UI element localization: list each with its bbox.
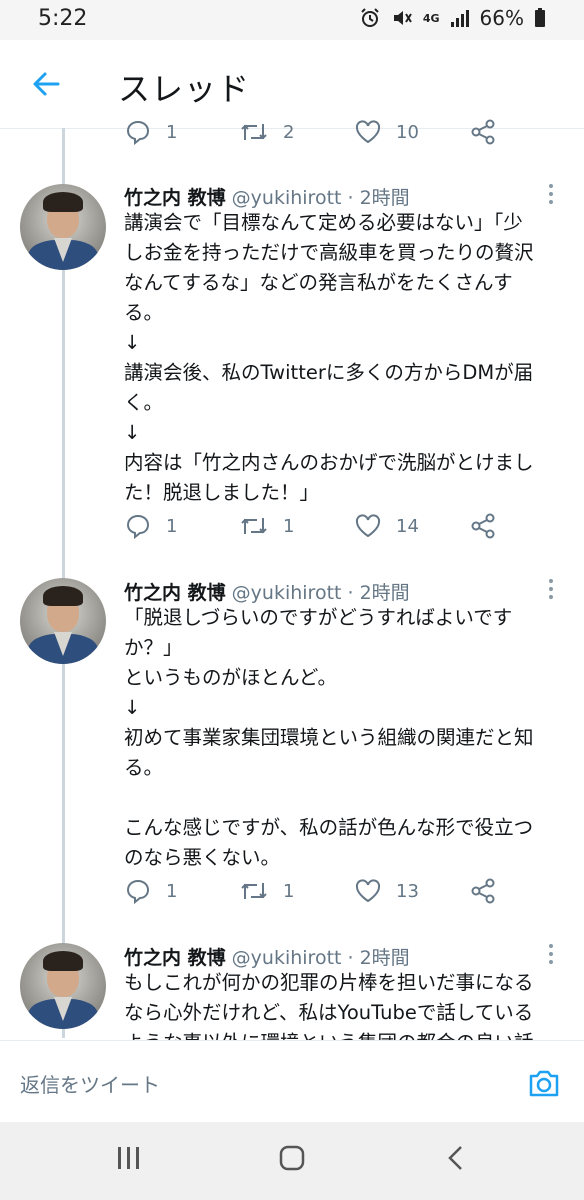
tweet-line: た！脱退しました！」 — [124, 481, 320, 504]
tweet-line: 講演会後、私のTwitterに多くの方からDMが届 — [124, 361, 534, 384]
reply-count: 1 — [166, 121, 178, 143]
camera-icon[interactable] — [526, 1065, 562, 1101]
status-icons: 4G 66% — [359, 6, 546, 30]
share-action[interactable] — [469, 877, 497, 905]
author-name[interactable]: 竹之内 教博 — [124, 947, 226, 969]
reply-count: 1 — [166, 880, 178, 902]
author-handle-time: @yukihirott · 2時間 — [231, 582, 410, 604]
reply-action[interactable]: 1 — [124, 512, 177, 540]
more-options-icon[interactable] — [548, 944, 554, 966]
tweet-actions: 1 1 13 — [124, 877, 564, 909]
retweet-icon — [241, 124, 267, 140]
like-count: 13 — [396, 880, 419, 902]
tweet-line: ↓ — [124, 421, 141, 444]
previous-tweet-actions: 1 2 10 — [124, 118, 564, 150]
reply-action[interactable]: 1 — [124, 877, 177, 905]
battery-percent: 66% — [479, 6, 524, 30]
heart-icon — [355, 514, 381, 538]
author-name[interactable]: 竹之内 教博 — [124, 187, 226, 209]
tweet-line: ↓ — [124, 696, 141, 719]
tweet-text: 講演会で「目標なんて定める必要はない」「少 しお金を持っただけで高級車を買ったり… — [124, 208, 564, 508]
tweet-line: なんてするな」などの発言私がをたくさんす — [124, 271, 513, 294]
retweet-count: 1 — [283, 880, 295, 902]
tweet-line: こんな感じですが、私の話が色んな形で役立つ — [124, 816, 534, 839]
like-count: 14 — [396, 515, 419, 537]
alarm-icon — [361, 8, 379, 27]
tweet-header: 竹之内 教博 @yukihirott · 2時間 — [124, 578, 410, 605]
avatar[interactable] — [20, 578, 106, 664]
tweet-line: く。 — [124, 391, 164, 414]
signal-icon — [450, 10, 469, 27]
mute-icon — [393, 11, 412, 25]
retweet-icon — [241, 883, 267, 899]
like-count: 10 — [396, 121, 419, 143]
like-action[interactable]: 13 — [354, 877, 419, 905]
retweet-count: 1 — [283, 515, 295, 537]
share-icon — [471, 878, 495, 904]
tweet-line: のなら悪くない。 — [124, 846, 281, 869]
like-action[interactable]: 10 — [354, 118, 419, 146]
reply-action[interactable]: 1 — [124, 118, 177, 146]
tweet-line: もしこれが何かの犯罪の片棒を担いだ事になる — [124, 971, 534, 994]
share-icon — [471, 119, 495, 145]
tweet-line: 初めて事業家集団環境という組織の関連だと知 — [124, 726, 534, 749]
battery-icon — [535, 8, 545, 27]
tweet-line: か？」 — [124, 636, 183, 659]
tweet-line: る。 — [124, 756, 164, 779]
reply-icon — [126, 120, 150, 146]
retweet-count: 2 — [283, 121, 295, 143]
recent-apps-icon[interactable] — [116, 1144, 142, 1172]
home-icon[interactable] — [278, 1144, 306, 1172]
tweet-line: というものがほとんど。 — [124, 666, 337, 689]
like-action[interactable]: 14 — [354, 512, 419, 540]
reply-count: 1 — [166, 515, 178, 537]
reply-input[interactable]: 返信をツイート — [20, 1069, 160, 1098]
author-name[interactable]: 竹之内 教博 — [124, 582, 226, 604]
back-icon[interactable] — [444, 1144, 468, 1172]
reply-icon — [126, 514, 150, 540]
more-options-icon[interactable] — [548, 579, 554, 601]
author-handle-time: @yukihirott · 2時間 — [231, 947, 410, 969]
tweet-header: 竹之内 教博 @yukihirott · 2時間 — [124, 183, 410, 210]
share-action[interactable] — [469, 118, 497, 146]
tweet-line: 講演会で「目標なんて定める必要はない」「少 — [124, 211, 523, 234]
page-title: スレッド — [118, 70, 251, 108]
tweet-text: 「脱退しづらいのですがどうすればよいです か？」 というものがほとんど。 ↓ 初… — [124, 603, 564, 873]
retweet-icon — [241, 518, 267, 534]
tweet-line: ↓ — [124, 331, 141, 354]
avatar[interactable] — [20, 184, 106, 270]
share-icon — [471, 513, 495, 539]
tweet-line — [124, 783, 564, 813]
arrow-left-icon[interactable] — [28, 66, 64, 102]
tweet-line: なら心外だけれど、私はYouTubeで話している — [124, 1001, 534, 1024]
network-type: 4G — [422, 11, 440, 25]
retweet-action[interactable]: 1 — [239, 512, 294, 540]
reply-icon — [126, 879, 150, 905]
tweet-line: 内容は「竹之内さんのおかげで洗脳がとけまし — [124, 451, 534, 474]
retweet-action[interactable]: 2 — [239, 118, 294, 146]
status-bar: 5:22 4G 66% — [0, 0, 584, 40]
tweet-line: る。 — [124, 301, 164, 324]
author-handle-time: @yukihirott · 2時間 — [231, 187, 410, 209]
thread-header: スレッド — [0, 40, 584, 129]
reply-bar: 返信をツイート — [0, 1040, 584, 1123]
retweet-action[interactable]: 1 — [239, 877, 294, 905]
tweet-header: 竹之内 教博 @yukihirott · 2時間 — [124, 943, 410, 970]
share-action[interactable] — [469, 512, 497, 540]
more-options-icon[interactable] — [548, 184, 554, 206]
tweet-line: しお金を持っただけで高級車を買ったりの贅沢 — [124, 241, 534, 264]
heart-icon — [355, 120, 381, 144]
heart-icon — [355, 879, 381, 903]
tweet-actions: 1 1 14 — [124, 512, 564, 544]
status-time: 5:22 — [38, 6, 88, 31]
avatar[interactable] — [20, 943, 106, 1029]
tweet-line: 「脱退しづらいのですがどうすればよいです — [124, 606, 513, 629]
system-nav-bar — [0, 1122, 584, 1200]
